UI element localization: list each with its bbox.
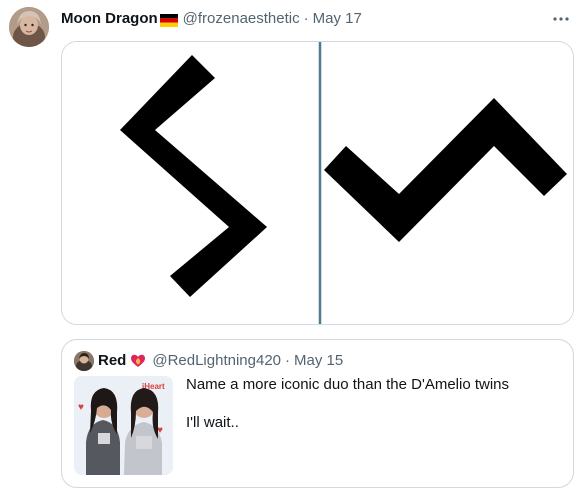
germany-flag-icon	[159, 13, 178, 27]
quoted-tweet-text-line-2: I'll wait..	[186, 414, 239, 431]
header-separator: ·	[303, 10, 309, 27]
tweet-header: Moon Dragon @frozenaesthetic · May 17	[61, 9, 552, 29]
quoted-tweet-text: Name a more iconic duo than the D'Amelio…	[186, 375, 559, 433]
quoted-header-separator: ·	[285, 352, 291, 369]
heart-fire-icon	[130, 353, 146, 369]
quoted-tweet-card[interactable]: Red @RedLightning420 · May 15 iHeart ♥ ♥	[61, 339, 574, 488]
tweet[interactable]: Moon Dragon @frozenaesthetic · May 17 Re…	[0, 0, 582, 498]
quoted-tweet-thumbnail: iHeart ♥ ♥	[74, 376, 173, 475]
quoted-tweet-text-line-1: Name a more iconic duo than the D'Amelio…	[186, 376, 510, 393]
author-avatar[interactable]	[9, 7, 49, 47]
tweet-date[interactable]: May 17	[313, 9, 362, 29]
more-horizontal-icon[interactable]	[552, 10, 570, 28]
quoted-author-avatar[interactable]	[74, 351, 94, 371]
tweet-media-image[interactable]	[61, 41, 574, 325]
svg-text:♥: ♥	[78, 402, 84, 413]
author-handle[interactable]: @frozenaesthetic	[183, 9, 300, 29]
quoted-tweet-date: May 15	[294, 352, 344, 369]
quoted-author-handle: @RedLightning420	[152, 352, 282, 369]
author-display-name[interactable]: Moon Dragon	[61, 9, 158, 29]
quoted-author-display-name: Red	[98, 352, 127, 369]
quoted-tweet-header: Red @RedLightning420 · May 15	[74, 351, 561, 371]
